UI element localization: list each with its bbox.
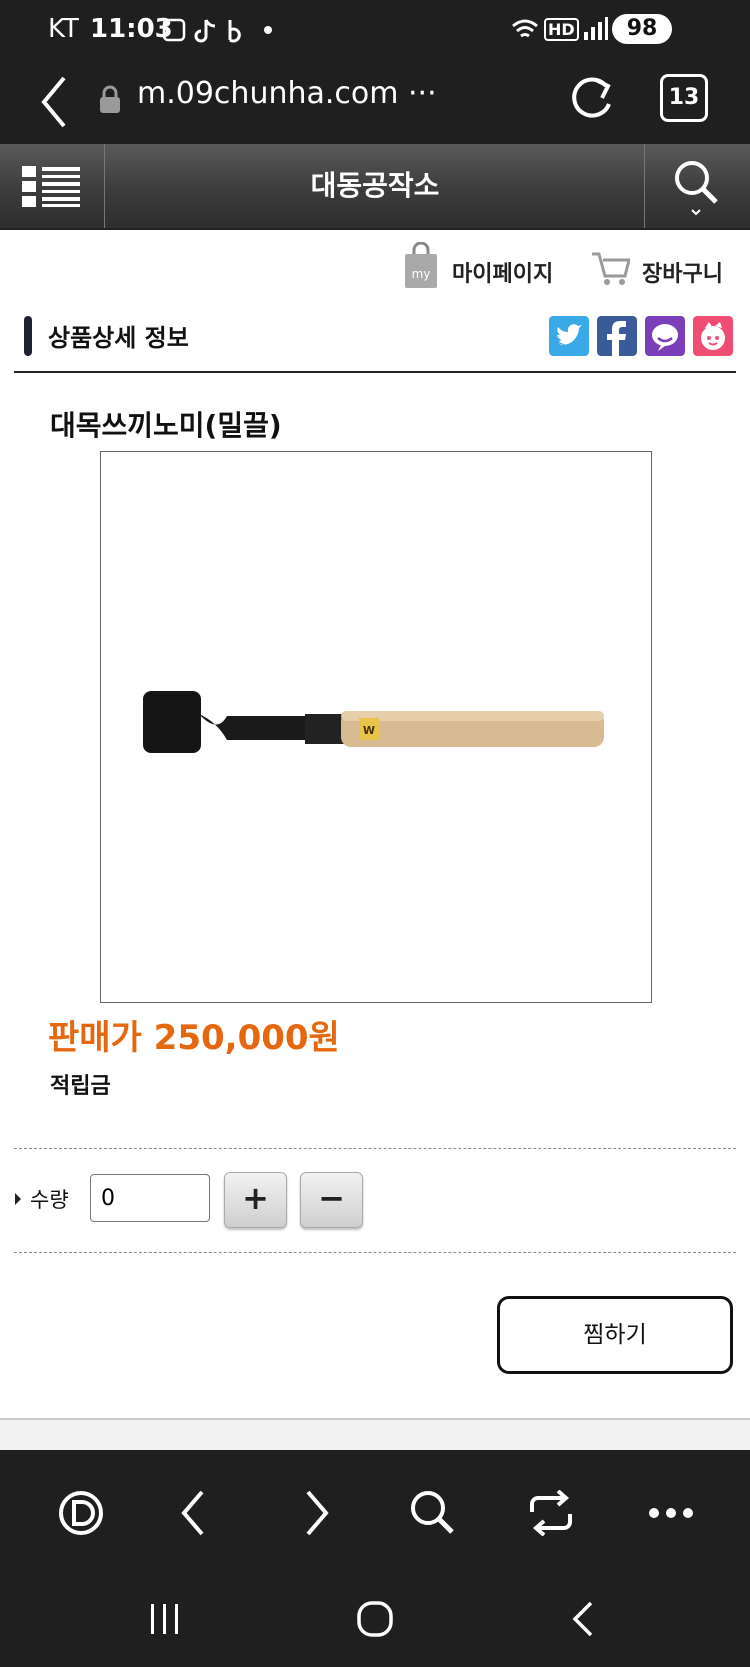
- divider: [14, 1148, 736, 1149]
- product-name: 대목쓰끼노미(밀끌): [50, 409, 282, 442]
- band-share-icon[interactable]: [693, 316, 733, 356]
- sale-price: 판매가 250,000원: [48, 1018, 340, 1058]
- section-divider: [14, 371, 736, 373]
- home-icon[interactable]: [356, 1600, 394, 1638]
- notification-icons: [162, 18, 272, 43]
- facebook-share-icon[interactable]: [597, 316, 637, 356]
- quantity-minus-button[interactable]: −: [300, 1172, 363, 1228]
- browser-bottom-bar: [0, 1450, 750, 1570]
- site-header: 대동공작소: [0, 144, 750, 230]
- cart-link[interactable]: 장바구니: [590, 248, 740, 288]
- system-navigation-bar: [0, 1570, 750, 1667]
- reload-icon[interactable]: [566, 74, 616, 124]
- clock: 11:03: [90, 14, 173, 44]
- forward-icon[interactable]: [302, 1488, 332, 1538]
- tab-count-button[interactable]: 13: [660, 74, 708, 122]
- browser-url-bar: m.09chunha.com ··· 13: [0, 62, 750, 144]
- points-label: 적립금: [50, 1074, 111, 1099]
- section-title: 상품상세 정보: [48, 324, 189, 352]
- status-bar: KT 11:03 HD 98: [0, 0, 750, 62]
- back-icon[interactable]: [178, 1488, 208, 1538]
- kakao-story-icon[interactable]: [645, 316, 685, 356]
- twitter-share-icon[interactable]: [549, 316, 589, 356]
- quantity-input[interactable]: [90, 1174, 210, 1222]
- mypage-label: 마이페이지: [452, 262, 554, 287]
- cart-label: 장바구니: [642, 262, 723, 287]
- battery-indicator: 98: [612, 14, 672, 44]
- wifi-icon: [512, 19, 538, 38]
- battery-level: 98: [626, 16, 658, 41]
- next-section-peek: [0, 1418, 750, 1452]
- quantity-plus-button[interactable]: +: [224, 1172, 287, 1228]
- header-divider: [644, 144, 645, 228]
- wishlist-button[interactable]: 찜하기: [497, 1296, 733, 1374]
- shopping-bag-icon: my: [405, 242, 437, 288]
- bullet-arrow-icon: [15, 1193, 21, 1205]
- back-arrow-icon[interactable]: [36, 74, 70, 130]
- mypage-badge-text: my: [412, 267, 431, 281]
- cart-icon: [592, 252, 630, 285]
- hd-badge: HD: [544, 18, 579, 41]
- section-marker: [24, 316, 32, 356]
- d-app-icon[interactable]: [58, 1490, 104, 1536]
- site-title[interactable]: 대동공작소: [105, 144, 645, 228]
- url-text[interactable]: m.09chunha.com ···: [137, 76, 437, 111]
- tab-count: 13: [668, 85, 700, 110]
- chisel-image: W: [143, 691, 604, 753]
- more-options-icon[interactable]: [648, 1506, 694, 1520]
- signal-icon: [584, 17, 608, 40]
- menu-icon[interactable]: [22, 164, 82, 208]
- mypage-link[interactable]: my 마이페이지: [404, 242, 564, 292]
- divider: [14, 1252, 736, 1253]
- search-icon[interactable]: [672, 158, 722, 218]
- carrier-label: KT: [48, 14, 79, 44]
- quantity-label: 수량: [30, 1188, 69, 1212]
- nav-back-icon[interactable]: [570, 1600, 596, 1638]
- share-icon[interactable]: [526, 1490, 576, 1536]
- recent-apps-icon[interactable]: [148, 1602, 182, 1636]
- handle-mark: W: [363, 724, 375, 737]
- product-image[interactable]: W: [100, 451, 652, 1003]
- search-icon[interactable]: [408, 1488, 458, 1538]
- lock-icon: [100, 85, 120, 113]
